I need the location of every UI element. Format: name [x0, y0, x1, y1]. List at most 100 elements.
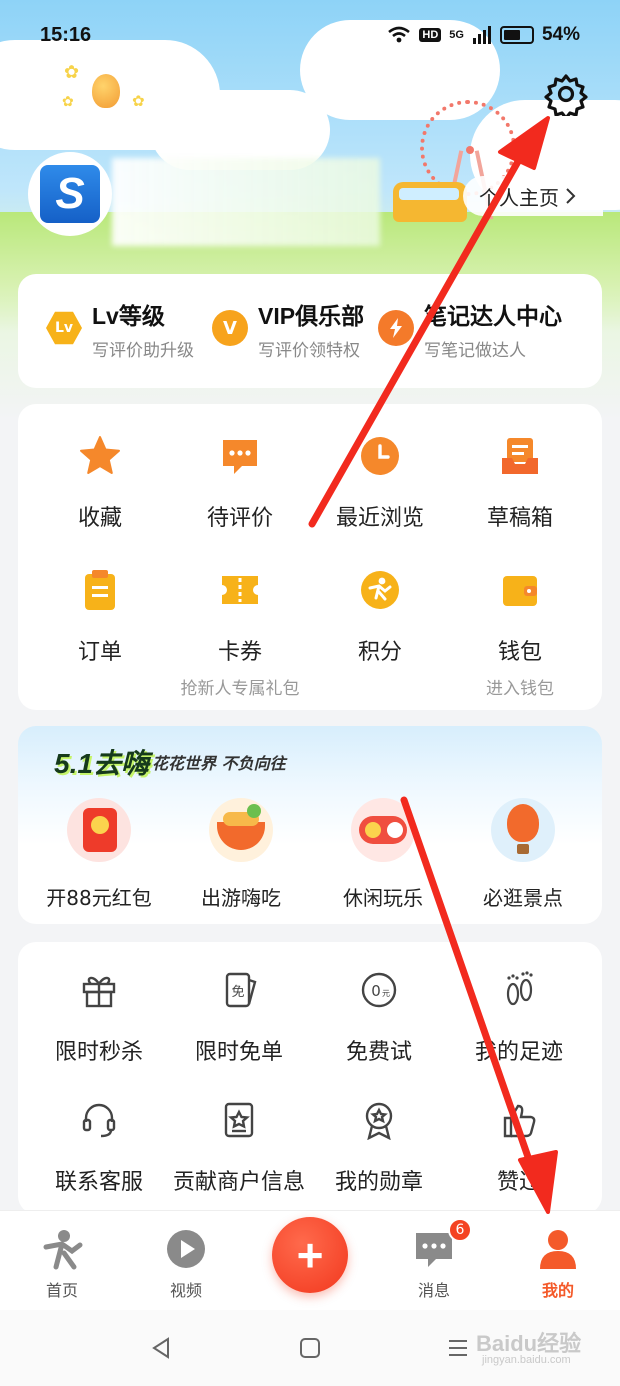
level-subtitle: 写评价领特权	[258, 341, 360, 361]
grid-label: 订单	[77, 640, 122, 665]
level-item-lv[interactable]: Lv Lv等级 写评价助升级	[46, 302, 194, 361]
tab-home-label: 首页	[45, 1281, 78, 1300]
tab-video-label: 视频	[169, 1281, 202, 1300]
lv-badge-icon: Lv	[46, 311, 82, 345]
wallet-icon	[503, 576, 537, 606]
grid-item-favorites[interactable]: 收藏	[30, 434, 170, 532]
home-logo-icon	[43, 1230, 83, 1270]
grid-label: 待评价	[206, 506, 273, 531]
grid-item-orders[interactable]: 订单	[30, 568, 170, 666]
tab-messages-label: 消息	[417, 1281, 450, 1300]
red-packet-icon	[67, 798, 131, 862]
promo-item-red-packet[interactable]: 开88元红包	[24, 798, 174, 911]
menu-lines-icon[interactable]	[446, 1336, 470, 1360]
grid-label: 积分	[357, 640, 402, 665]
status-time: 15:16	[40, 24, 92, 46]
publish-plus-button[interactable]: +	[272, 1217, 348, 1293]
grid-label: 卡券	[217, 640, 262, 665]
grid-label: 收藏	[77, 506, 122, 531]
tab-home[interactable]: 首页	[22, 1227, 102, 1301]
back-triangle-icon[interactable]	[150, 1336, 172, 1360]
thumbs-up-icon	[503, 1104, 536, 1138]
tool-label: 联系客服	[54, 1170, 143, 1195]
tool-customer-service[interactable]: 联系客服	[24, 1100, 174, 1196]
tab-mine[interactable]: 我的	[518, 1227, 598, 1301]
status-bar: 15:16 HD 5G 54%	[0, 0, 620, 76]
clipboard-icon	[85, 570, 115, 610]
bus-illustration	[393, 182, 467, 222]
level-item-vip[interactable]: V VIP俱乐部 写评价领特权	[212, 302, 364, 361]
promo-label: 开88元红包	[46, 886, 152, 910]
tool-liked[interactable]: 赞过	[444, 1100, 594, 1196]
promo-title: 5.1去嗨	[54, 748, 149, 779]
promo-subtitle: 花花世界 不负向往	[152, 754, 286, 773]
game-controller-icon	[351, 798, 415, 862]
status-indicators: HD 5G 54%	[387, 24, 580, 46]
svg-text:元: 元	[382, 989, 390, 998]
level-title: 笔记达人中心	[424, 303, 562, 329]
avatar[interactable]: S	[28, 152, 112, 236]
tab-mine-label: 我的	[541, 1281, 574, 1300]
grid-label: 最近浏览	[335, 506, 424, 531]
user-icon	[540, 1230, 576, 1269]
tools-card: 限时秒杀 免 限时免单 0 元 免费试 我的足迹 联系客服 贡献商户信息 我的勋…	[18, 942, 602, 1214]
merchant-star-icon	[224, 1102, 254, 1138]
promo-card[interactable]: 5.1去嗨 花花世界 不负向往 开88元红包 出游嗨吃 休闲玩乐 必逛景点	[18, 726, 602, 924]
tool-label: 免费试	[345, 1040, 412, 1065]
grid-item-wallet[interactable]: 钱包 进入钱包	[450, 568, 590, 699]
promo-item-scenic[interactable]: 必逛景点	[448, 798, 598, 911]
tool-label: 我的足迹	[474, 1040, 563, 1065]
hotpot-icon	[209, 798, 273, 862]
personal-homepage-button[interactable]: 个人主页	[463, 176, 603, 216]
hd-icon: HD	[419, 28, 442, 42]
username-redacted	[112, 158, 380, 246]
grid-label: 草稿箱	[486, 506, 553, 531]
grid-item-pending-review[interactable]: 待评价	[170, 434, 310, 532]
svg-text:免: 免	[231, 985, 244, 1000]
flower-decoration: ✿	[62, 94, 74, 110]
watermark-url: jingyan.baidu.com	[482, 1354, 571, 1366]
level-subtitle: 写笔记做达人	[424, 341, 526, 361]
signal-icon	[472, 26, 491, 44]
grid-item-points[interactable]: 积分	[310, 568, 450, 666]
tool-free-trial[interactable]: 0 元 免费试	[304, 970, 454, 1066]
tool-my-medals[interactable]: 我的勋章	[304, 1100, 454, 1196]
draft-box-icon	[502, 438, 538, 474]
tool-free-order[interactable]: 免 限时免单	[164, 970, 314, 1066]
level-title: VIP俱乐部	[258, 303, 365, 329]
promo-item-leisure[interactable]: 休闲玩乐	[308, 798, 458, 911]
vip-badge-icon: V	[212, 310, 248, 346]
level-card: Lv Lv等级 写评价助升级 V VIP俱乐部 写评价领特权 笔记达人中心 写笔…	[18, 274, 602, 388]
free-ticket-icon: 免	[225, 972, 257, 1008]
avatar-logo-icon: S	[40, 165, 100, 223]
play-icon	[167, 1230, 205, 1268]
promo-item-travel-food[interactable]: 出游嗨吃	[166, 798, 316, 911]
headset-icon	[82, 1103, 116, 1138]
tool-contribute-merchant[interactable]: 贡献商户信息	[164, 1100, 314, 1196]
tool-footprints[interactable]: 我的足迹	[444, 970, 594, 1066]
main-function-card: 收藏 待评价 最近浏览 草稿箱 订单 卡券 抢新人专属礼包 积分 钱包 进入钱包	[18, 404, 602, 710]
messages-count-badge: 6	[448, 1218, 472, 1242]
tool-flash-sale[interactable]: 限时秒杀	[24, 970, 174, 1066]
grid-item-recent-views[interactable]: 最近浏览	[310, 434, 450, 532]
grid-item-coupons[interactable]: 卡券 抢新人专属礼包	[170, 568, 310, 699]
promo-label: 出游嗨吃	[201, 886, 281, 910]
grid-sublabel: 进入钱包	[486, 679, 554, 699]
network-label: 5G	[449, 29, 464, 41]
level-item-notes[interactable]: 笔记达人中心 写笔记做达人	[378, 302, 562, 361]
settings-gear-icon[interactable]	[544, 72, 588, 116]
bottom-tab-bar: 首页 视频 + 消息 我的	[0, 1210, 620, 1310]
tool-label: 贡献商户信息	[172, 1170, 305, 1195]
zero-yuan-icon: 0 元	[361, 972, 397, 1008]
hot-air-balloon-illustration	[92, 74, 120, 108]
star-icon	[80, 436, 120, 474]
ticket-icon	[222, 576, 258, 604]
tool-label: 赞过	[496, 1170, 541, 1195]
tab-video[interactable]: 视频	[146, 1227, 226, 1301]
home-square-icon[interactable]	[298, 1336, 322, 1360]
grid-item-drafts[interactable]: 草稿箱	[450, 434, 590, 532]
grid-sublabel: 抢新人专属礼包	[180, 679, 300, 699]
chevron-right-icon	[566, 188, 576, 204]
medal-icon	[365, 1102, 393, 1141]
svg-text:0: 0	[371, 982, 381, 1000]
